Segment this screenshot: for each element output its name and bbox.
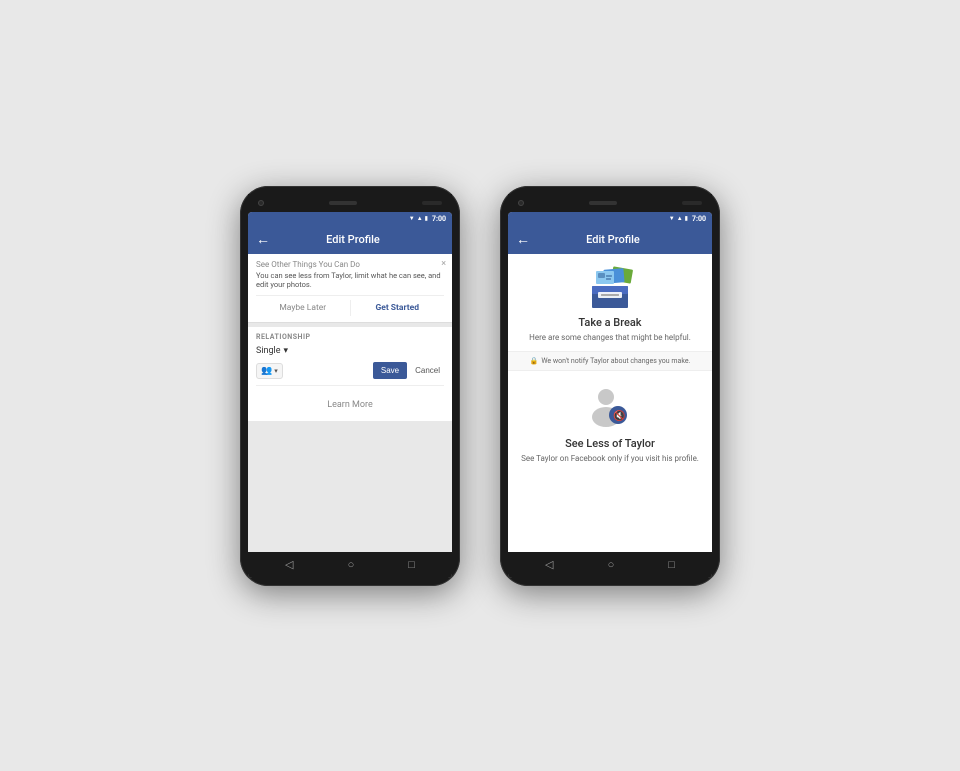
- screen-content-1: See Other Things You Can Do You can see …: [248, 254, 452, 552]
- app-bar-title-2: Edit Profile: [538, 233, 688, 246]
- status-icons-2: ▼ ▲ ▮ 7:00: [669, 215, 706, 223]
- audience-icon: 👥: [261, 366, 272, 376]
- signal-icon-2: ▲: [677, 215, 683, 222]
- bottom-nav-1: ◁ ○ □: [248, 552, 452, 578]
- svg-text:🔇: 🔇: [613, 409, 625, 422]
- app-bar-2: ← Edit Profile: [508, 226, 712, 254]
- home-nav-icon-1[interactable]: ○: [348, 558, 355, 571]
- phone-1-camera: [258, 200, 264, 206]
- get-started-button[interactable]: Get Started: [351, 300, 445, 316]
- audience-dropdown-arrow[interactable]: ▾: [274, 367, 278, 375]
- wifi-icon-2: ▼: [669, 215, 675, 222]
- recent-nav-icon-2[interactable]: □: [668, 558, 675, 571]
- phone-2-screen: ▼ ▲ ▮ 7:00 ← Edit Profile: [508, 212, 712, 578]
- take-break-title: Take a Break: [516, 316, 704, 329]
- back-nav-icon-2[interactable]: ◁: [545, 558, 553, 571]
- see-less-subtitle: See Taylor on Facebook only if you visit…: [516, 453, 704, 464]
- status-bar-2: ▼ ▲ ▮ 7:00: [508, 212, 712, 226]
- phone-1-speaker: [329, 201, 357, 205]
- app-bar-1: ← Edit Profile: [248, 226, 452, 254]
- audience-selector[interactable]: 👥 ▾: [256, 363, 283, 379]
- save-button[interactable]: Save: [373, 362, 407, 379]
- learn-more-row: Learn More: [256, 385, 444, 415]
- home-nav-icon-2[interactable]: ○: [608, 558, 615, 571]
- box-illustration: [584, 266, 636, 310]
- battery-icon-1: ▮: [425, 215, 428, 222]
- privacy-notice: 🔒 We won't notify Taylor about changes y…: [508, 351, 712, 371]
- status-bar-1: ▼ ▲ ▮ 7:00: [248, 212, 452, 226]
- relationship-status: Single: [256, 346, 281, 356]
- recent-nav-icon-1[interactable]: □: [408, 558, 415, 571]
- notification-title: See Other Things You Can Do: [256, 260, 444, 269]
- close-icon[interactable]: ×: [441, 259, 446, 269]
- relationship-label: RELATIONSHIP: [256, 333, 444, 341]
- cancel-button[interactable]: Cancel: [411, 362, 444, 379]
- phone-1: ▼ ▲ ▮ 7:00 ← Edit Profile See Other Thin…: [240, 186, 460, 586]
- bottom-nav-2: ◁ ○ □: [508, 552, 712, 578]
- battery-icon-2: ▮: [685, 215, 688, 222]
- dropdown-arrow[interactable]: ▾: [284, 346, 289, 356]
- notification-text: You can see less from Taylor, limit what…: [256, 271, 444, 291]
- take-break-section: Take a Break Here are some changes that …: [508, 254, 712, 351]
- lock-icon: 🔒: [530, 357, 539, 365]
- relationship-section: RELATIONSHIP Single ▾ 👥 ▾ Save Cancel: [248, 327, 452, 421]
- phones-container: ▼ ▲ ▮ 7:00 ← Edit Profile See Other Thin…: [240, 186, 720, 586]
- status-icons-1: ▼ ▲ ▮ 7:00: [409, 215, 446, 223]
- maybe-later-button[interactable]: Maybe Later: [256, 300, 351, 316]
- phone-2-speaker: [589, 201, 617, 205]
- see-less-title: See Less of Taylor: [516, 437, 704, 450]
- relationship-input-row: 👥 ▾ Save Cancel: [256, 362, 444, 379]
- phone-2-top-bar: [508, 194, 712, 212]
- notification-actions: Maybe Later Get Started: [256, 295, 444, 316]
- time-1: 7:00: [432, 215, 446, 223]
- take-break-subtitle: Here are some changes that might be help…: [516, 332, 704, 343]
- see-less-section: 🔇 See Less of Taylor See Taylor on Faceb…: [508, 371, 712, 472]
- phone-1-sensor: [422, 201, 442, 205]
- signal-icon-1: ▲: [417, 215, 423, 222]
- phone-1-screen: ▼ ▲ ▮ 7:00 ← Edit Profile See Other Thin…: [248, 212, 452, 578]
- phone-2-sensor: [682, 201, 702, 205]
- wifi-icon-1: ▼: [409, 215, 415, 222]
- relationship-value: Single ▾: [256, 346, 444, 356]
- privacy-text: We won't notify Taylor about changes you…: [541, 357, 690, 365]
- learn-more-link[interactable]: Learn More: [327, 400, 373, 410]
- time-2: 7:00: [692, 215, 706, 223]
- phone-2-camera: [518, 200, 524, 206]
- phone-2: ▼ ▲ ▮ 7:00 ← Edit Profile: [500, 186, 720, 586]
- back-arrow-1[interactable]: ←: [256, 231, 270, 248]
- app-bar-title-1: Edit Profile: [278, 233, 428, 246]
- person-illustration: 🔇: [586, 383, 634, 431]
- back-arrow-2[interactable]: ←: [516, 231, 530, 248]
- phone-1-top-bar: [248, 194, 452, 212]
- take-break-content: Take a Break Here are some changes that …: [508, 254, 712, 552]
- notification-banner: See Other Things You Can Do You can see …: [248, 254, 452, 324]
- back-nav-icon-1[interactable]: ◁: [285, 558, 293, 571]
